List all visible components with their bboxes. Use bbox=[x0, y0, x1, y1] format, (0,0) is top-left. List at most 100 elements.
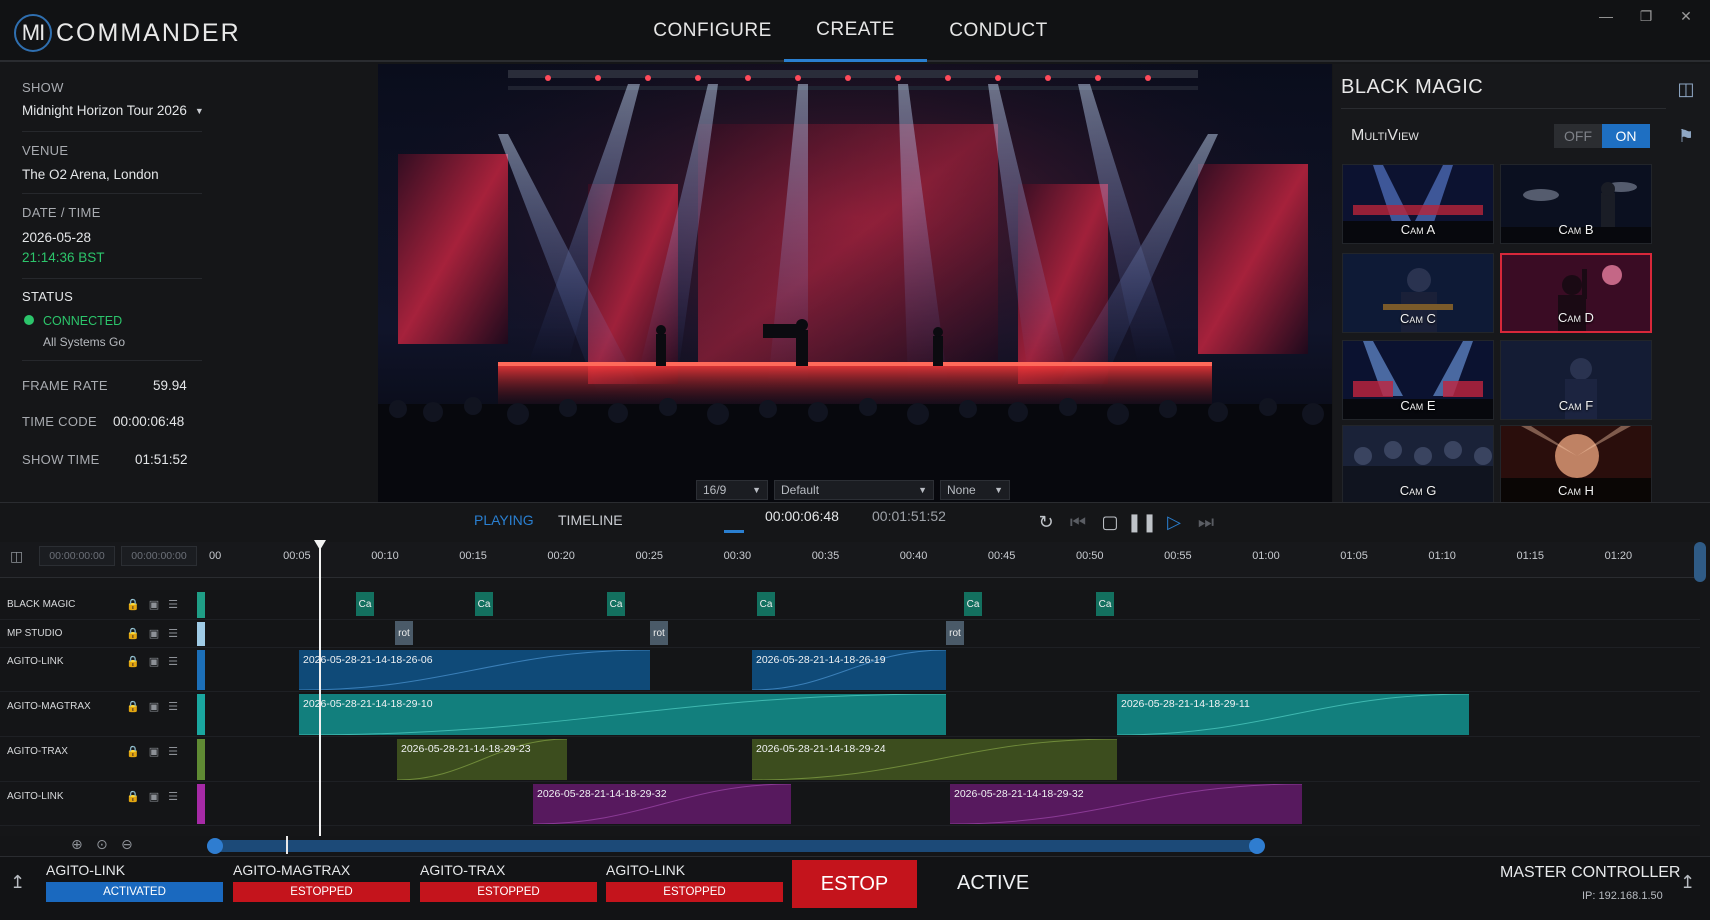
camera-tile-e[interactable]: Cam E bbox=[1342, 340, 1494, 420]
in-timecode-field[interactable]: 00:00:00:00 bbox=[39, 546, 115, 566]
cue-marker[interactable]: Ca bbox=[1096, 592, 1114, 616]
close-icon[interactable]: ✕ bbox=[1670, 6, 1702, 26]
upload-icon[interactable]: ↥ bbox=[10, 872, 25, 893]
ruler-tick-label: 00:50 bbox=[1076, 550, 1104, 562]
divider bbox=[22, 360, 202, 361]
camera-tile-a[interactable]: Cam A bbox=[1342, 164, 1494, 244]
camera-tile-d[interactable]: Cam D bbox=[1500, 253, 1652, 333]
mixer-icon[interactable]: ☰ bbox=[168, 791, 187, 803]
device-status-badge[interactable]: ESTOPPED bbox=[420, 882, 597, 902]
lock-icon[interactable]: 🔒 bbox=[126, 599, 149, 611]
out-timecode-field[interactable]: 00:00:00:00 bbox=[121, 546, 197, 566]
camera-icon[interactable]: ▣ bbox=[149, 791, 168, 803]
tab-timeline[interactable]: TIMELINE bbox=[558, 512, 623, 528]
clip[interactable]: 2026-05-28-21-14-18-26-19 bbox=[752, 650, 946, 690]
camera-icon[interactable]: ▣ bbox=[149, 656, 168, 668]
lock-icon[interactable]: 🔒 bbox=[126, 746, 149, 758]
app-logo: MI COMMANDER bbox=[14, 14, 241, 52]
clip[interactable]: 2026-05-28-21-14-18-29-32 bbox=[533, 784, 791, 824]
stop-icon[interactable]: ▢ bbox=[1098, 510, 1122, 534]
track-name: AGITO-LINK bbox=[7, 656, 64, 667]
zoom-out-icon[interactable]: ⊖ bbox=[121, 836, 133, 853]
track-row-black-magic[interactable]: BLACK MAGIC 🔒▣☰ bbox=[0, 590, 1700, 620]
mixer-icon[interactable]: ☰ bbox=[168, 746, 187, 758]
cue-marker[interactable]: Ca bbox=[607, 592, 625, 616]
cue-marker[interactable]: rot bbox=[650, 621, 668, 645]
vertical-scrollbar[interactable] bbox=[1694, 542, 1706, 582]
camera-tile-b[interactable]: Cam B bbox=[1500, 164, 1652, 244]
scroll-start-handle[interactable] bbox=[207, 838, 223, 854]
minimize-icon[interactable]: — bbox=[1590, 6, 1622, 26]
zoom-fit-icon[interactable]: ⊙ bbox=[96, 836, 108, 853]
pin-icon[interactable]: ⚑ bbox=[1671, 121, 1701, 151]
clip[interactable]: 2026-05-28-21-14-18-29-32 bbox=[950, 784, 1302, 824]
mixer-icon[interactable]: ☰ bbox=[168, 656, 187, 668]
clip[interactable]: 2026-05-28-21-14-18-29-23 bbox=[397, 739, 567, 780]
track-row-agito-link-2[interactable]: AGITO-LINK 🔒▣☰ bbox=[0, 782, 1700, 826]
lock-icon[interactable]: 🔒 bbox=[126, 628, 149, 640]
camera-icon[interactable]: ▣ bbox=[149, 746, 168, 758]
clip[interactable]: 2026-05-28-21-14-18-29-10 bbox=[299, 694, 946, 735]
tab-conduct[interactable]: CONDUCT bbox=[927, 0, 1070, 62]
restore-icon[interactable]: ❐ bbox=[1630, 6, 1662, 26]
mixer-icon[interactable]: ☰ bbox=[168, 599, 187, 611]
clip[interactable]: 2026-05-28-21-14-18-26-06 bbox=[299, 650, 650, 690]
camera-tile-c[interactable]: Cam C bbox=[1342, 253, 1494, 333]
cue-marker[interactable]: Ca bbox=[356, 592, 374, 616]
lock-icon[interactable]: 🔒 bbox=[126, 701, 149, 713]
cue-marker[interactable]: rot bbox=[946, 621, 964, 645]
status-subtext: All Systems Go bbox=[43, 335, 126, 349]
camera-tile-g[interactable]: Cam G bbox=[1342, 425, 1494, 505]
cast-icon[interactable]: ◫ bbox=[1671, 74, 1701, 104]
clip[interactable]: 2026-05-28-21-14-18-29-24 bbox=[752, 739, 1117, 780]
track-name: MP STUDIO bbox=[7, 628, 63, 639]
show-select[interactable]: Midnight Horizon Tour 2026 ▼ bbox=[22, 103, 204, 118]
cue-marker[interactable]: rot bbox=[395, 621, 413, 645]
zoom-in-icon[interactable]: ⊕ bbox=[71, 836, 83, 853]
ruler-tick-label: 00:55 bbox=[1164, 550, 1192, 562]
play-icon[interactable]: ▷ bbox=[1162, 510, 1186, 534]
program-viewer[interactable] bbox=[378, 64, 1332, 502]
device-status-badge[interactable]: ESTOPPED bbox=[233, 882, 410, 902]
playhead[interactable] bbox=[319, 544, 321, 838]
aspect-value: 16/9 bbox=[703, 483, 727, 497]
overlay-select[interactable]: None ▼ bbox=[940, 480, 1010, 500]
cue-marker[interactable]: Ca bbox=[757, 592, 775, 616]
skip-forward-icon[interactable]: ⏭ bbox=[1194, 510, 1218, 534]
lock-icon[interactable]: 🔒 bbox=[126, 656, 149, 668]
toggle-on-option[interactable]: ON bbox=[1602, 124, 1650, 148]
tab-create[interactable]: CREATE bbox=[784, 0, 927, 62]
device-status-badge[interactable]: ESTOPPED bbox=[606, 882, 783, 902]
device-status-badge[interactable]: ACTIVATED bbox=[46, 882, 223, 902]
camera-tile-h[interactable]: Cam H bbox=[1500, 425, 1652, 505]
horizontal-scrollbar[interactable] bbox=[207, 840, 1263, 852]
aspect-select[interactable]: 16/9 ▼ bbox=[696, 480, 768, 500]
estop-button[interactable]: ESTOP bbox=[792, 860, 917, 908]
scroll-end-handle[interactable] bbox=[1249, 838, 1265, 854]
ruler-tick-label: 01:15 bbox=[1516, 550, 1545, 562]
toggle-off-option[interactable]: OFF bbox=[1554, 124, 1602, 148]
camera-label: Cam F bbox=[1558, 398, 1594, 413]
multiview-toggle[interactable]: OFF ON bbox=[1554, 124, 1650, 148]
mixer-icon[interactable]: ☰ bbox=[168, 628, 187, 640]
time-code-value: 00:00:06:48 bbox=[113, 414, 185, 429]
collapse-panel-icon[interactable]: ◫ bbox=[10, 548, 23, 565]
camera-icon[interactable]: ▣ bbox=[149, 599, 168, 611]
track-row-mp-studio[interactable]: MP STUDIO 🔒▣☰ bbox=[0, 620, 1700, 648]
cue-marker[interactable]: Ca bbox=[475, 592, 493, 616]
skip-back-icon[interactable]: ⏮ bbox=[1066, 510, 1090, 534]
tab-playing[interactable]: PLAYING bbox=[474, 512, 534, 528]
lock-icon[interactable]: 🔒 bbox=[126, 791, 149, 803]
pause-icon[interactable]: ❚❚ bbox=[1127, 510, 1157, 534]
clip[interactable]: 2026-05-28-21-14-18-29-11 bbox=[1117, 694, 1469, 735]
camera-icon[interactable]: ▣ bbox=[149, 701, 168, 713]
mixer-icon[interactable]: ☰ bbox=[168, 701, 187, 713]
camera-icon[interactable]: ▣ bbox=[149, 628, 168, 640]
loop-icon[interactable]: ↻ bbox=[1034, 510, 1058, 534]
tab-configure[interactable]: CONFIGURE bbox=[641, 0, 784, 62]
preset-select[interactable]: Default ▼ bbox=[774, 480, 934, 500]
track-color-bar bbox=[197, 784, 205, 824]
cue-marker[interactable]: Ca bbox=[964, 592, 982, 616]
upload-icon[interactable]: ↥ bbox=[1680, 872, 1695, 893]
camera-tile-f[interactable]: Cam F bbox=[1500, 340, 1652, 420]
